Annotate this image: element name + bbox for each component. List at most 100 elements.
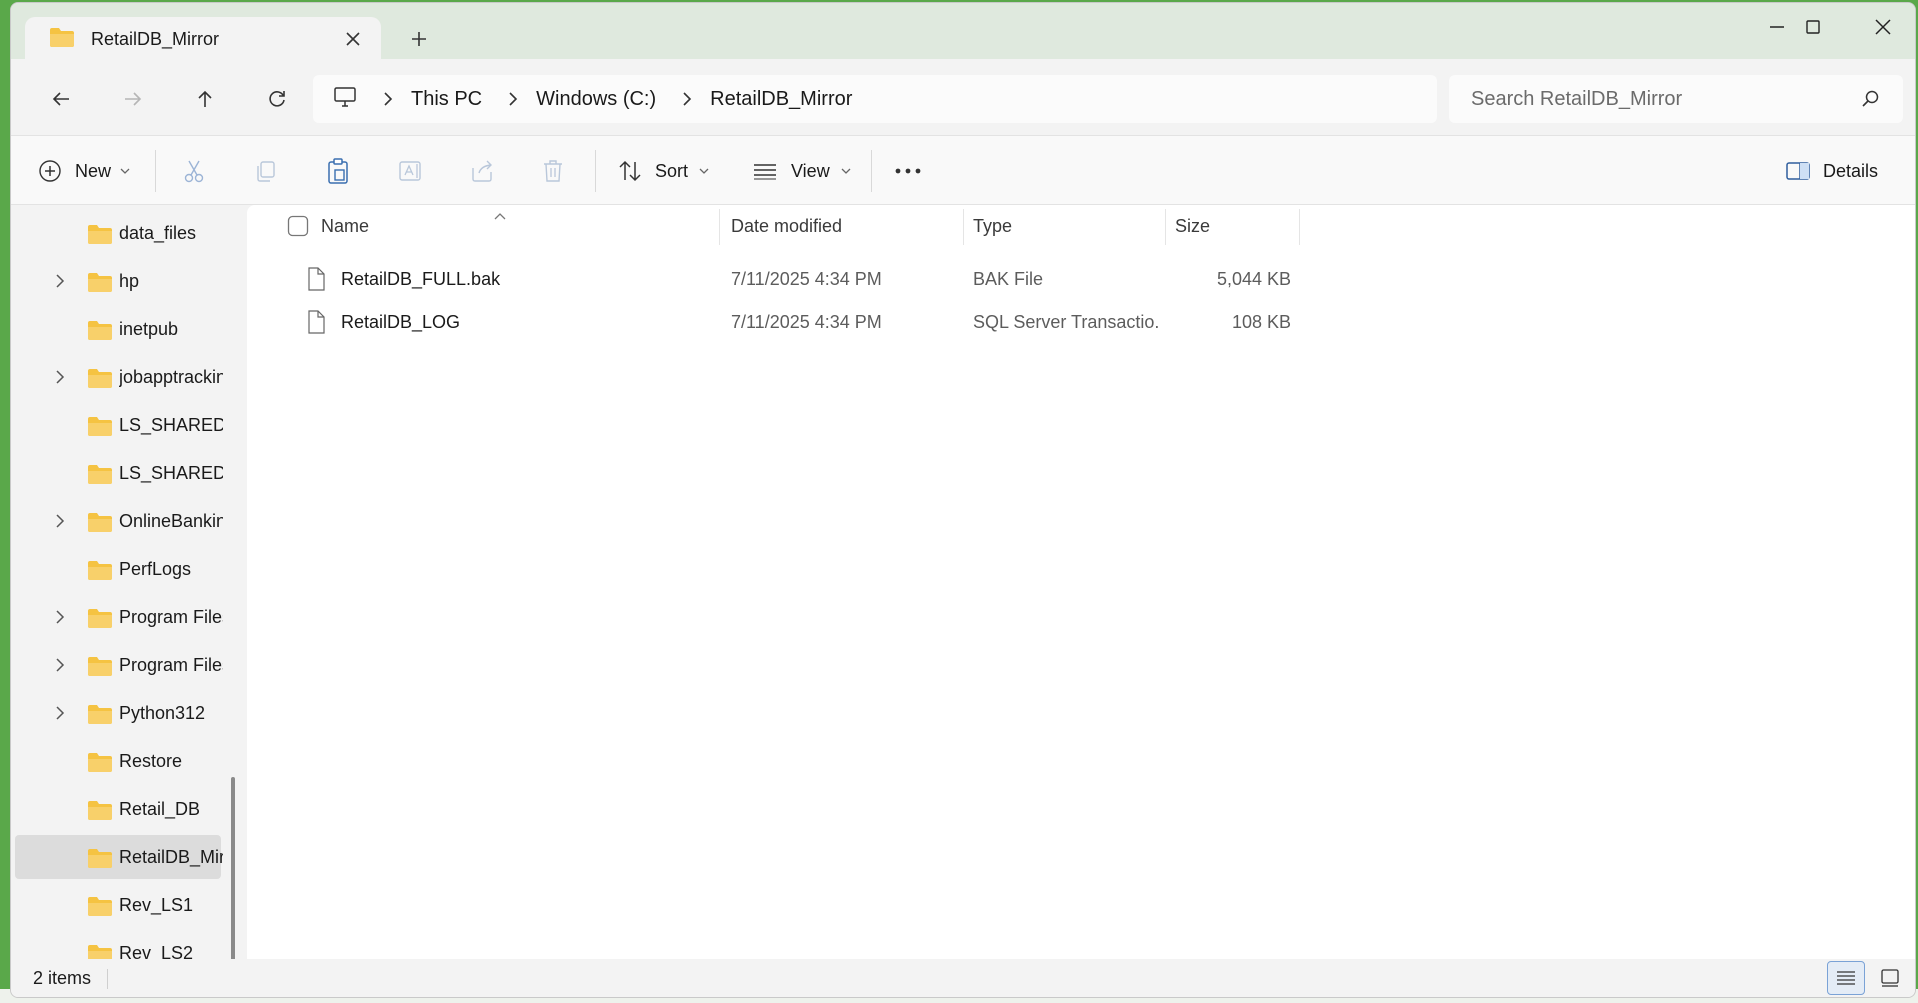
column-divider[interactable] [719,209,720,245]
sort-button[interactable]: Sort [617,154,710,188]
refresh-icon [269,91,285,107]
sidebar-item[interactable]: Program Files [15,643,223,687]
chevron-right-icon[interactable] [55,705,65,726]
column-header-size[interactable]: Size [1175,205,1210,247]
file-date: 7/11/2025 4:34 PM [731,312,882,332]
sidebar-item-label: RetailDB_Mirror [119,847,223,867]
chevron-right-icon[interactable] [55,273,65,294]
file-date: 7/11/2025 4:34 PM [731,269,882,289]
sidebar-item[interactable]: Python312 [15,691,221,735]
sidebar-item[interactable]: PerfLogs [15,547,221,591]
search-box[interactable] [1449,75,1903,123]
folder-icon [87,607,113,634]
sidebar-item[interactable]: data_files [15,211,221,255]
view-button[interactable]: View [751,154,852,188]
file-name: RetailDB_LOG [341,312,461,332]
sidebar-item[interactable]: LS_SHARED2 [15,451,223,495]
chevron-right-icon[interactable] [55,609,65,630]
navigation-bar: This PC Windows (C:) RetailDB_Mirror [11,59,1915,135]
sidebar-item-label: data_files [119,223,197,243]
chevron-right-icon [383,91,393,107]
chevron-right-icon[interactable] [55,657,65,678]
maximize-button[interactable] [1781,9,1845,45]
paste-button[interactable] [325,154,351,188]
clipboard-icon [328,158,348,184]
file-type: BAK File [973,269,1044,289]
address-bar[interactable]: This PC Windows (C:) RetailDB_Mirror [313,75,1437,123]
sidebar-item-label: Program Files [119,607,223,627]
column-divider[interactable] [1165,209,1166,245]
close-window-button[interactable] [1851,9,1915,45]
title-bar: RetailDB_Mirror [11,3,1915,61]
tiles-view-toggle[interactable] [1871,961,1909,995]
folder-icon [87,511,113,538]
column-divider[interactable] [1299,209,1300,245]
trash-icon [544,160,562,182]
more-options-button[interactable] [893,154,923,188]
sidebar-item[interactable]: Retail_DB [15,787,221,831]
computer-icon [333,86,357,113]
tab-retaildb-mirror[interactable]: RetailDB_Mirror [25,17,381,61]
chevron-right-icon [508,91,518,107]
sidebar-item[interactable]: Rev_LS1 [15,883,221,927]
chevron-down-icon [120,168,130,174]
chevron-right-icon[interactable] [55,513,65,534]
forward-button[interactable] [113,79,153,119]
maximize-icon [1806,20,1820,34]
copy-icon [257,161,275,182]
new-button[interactable]: New [37,154,131,188]
column-header-name[interactable]: Name [321,205,369,247]
nav-scrollbar[interactable] [231,777,235,961]
details-view-icon [1837,971,1855,985]
sidebar-item-label: Python312 [119,703,206,723]
details-view-toggle[interactable] [1827,961,1865,995]
breadcrumb-this-pc[interactable]: This PC [411,88,482,111]
column-divider[interactable] [963,209,964,245]
close-tab-icon[interactable] [341,27,365,51]
cut-button[interactable] [181,154,207,188]
sidebar-item[interactable]: RetailDB_Mirror [15,835,223,879]
sidebar-item-label: Restore [119,751,183,771]
sidebar-item-label: Retail_DB [119,799,201,819]
search-icon[interactable] [1861,89,1881,114]
sidebar-item[interactable]: Restore [15,739,221,783]
sidebar-item[interactable]: jobapptracking [15,355,223,399]
arrow-right-icon [125,92,142,106]
list-view-icon [754,164,776,180]
status-bar: 2 items [11,959,1915,997]
sidebar-item[interactable]: inetpub [15,307,221,351]
sidebar-item[interactable]: Program Files [15,595,223,639]
refresh-button[interactable] [257,79,297,119]
file-explorer-window: RetailDB_Mirror This PC Windows (C:) Ret… [10,2,1916,998]
sidebar-item[interactable]: hp [15,259,221,303]
more-icon [895,168,921,174]
folder-icon [87,703,113,730]
breadcrumb-windows-c[interactable]: Windows (C:) [536,88,656,111]
sidebar-item[interactable]: Rev_LS2 [15,931,221,961]
details-button[interactable]: Details [1785,154,1878,188]
file-row[interactable]: RetailDB_LOG 7/11/2025 4:34 PM SQL Serve… [247,302,1347,342]
share-button[interactable] [469,154,495,188]
rename-button[interactable] [397,154,425,188]
chevron-right-icon[interactable] [55,369,65,390]
sidebar-item[interactable]: OnlineBanking [15,499,223,543]
select-all-checkbox[interactable] [287,205,309,247]
back-button[interactable] [41,79,81,119]
breadcrumb-retaildb-mirror[interactable]: RetailDB_Mirror [710,88,852,111]
folder-icon [87,799,113,826]
column-header-date-modified[interactable]: Date modified [731,205,842,247]
navigation-pane: data_fileshp inetpub jobapptracking LS_SHAR… [11,205,247,961]
copy-button[interactable] [253,154,279,188]
up-button[interactable] [185,79,225,119]
delete-button[interactable] [541,154,565,188]
view-label: View [791,160,830,181]
divider [871,150,872,192]
sidebar-item[interactable]: LS_SHARED1 [15,403,223,447]
file-row[interactable]: RetailDB_FULL.bak 7/11/2025 4:34 PM BAK … [247,259,1347,299]
divider [595,150,596,192]
search-input[interactable] [1471,87,1851,111]
column-header-type[interactable]: Type [973,205,1012,247]
folder-icon [87,655,113,682]
new-tab-button[interactable] [403,23,435,55]
command-bar: New Sort View Details [11,135,1915,205]
